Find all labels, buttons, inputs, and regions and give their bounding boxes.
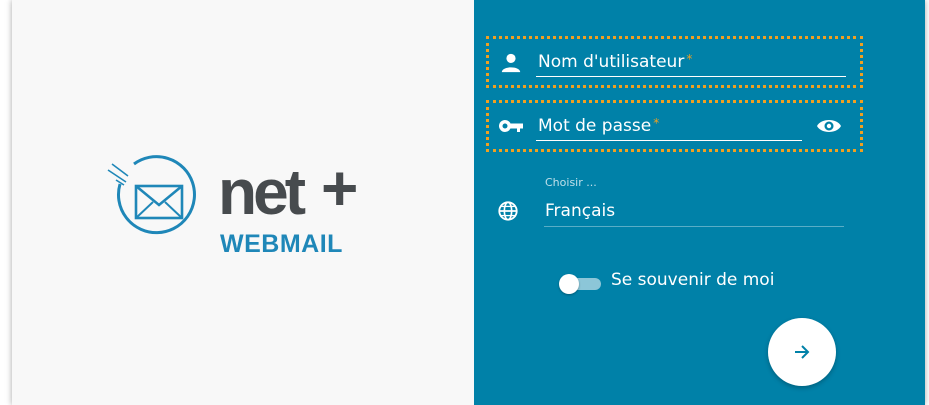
page: net + WEBMAIL Nom d'utilisateur * Mot de …: [0, 0, 929, 405]
toggle-thumb: [559, 274, 579, 294]
required-mark: *: [653, 116, 660, 130]
key-icon: [499, 120, 523, 132]
remember-me-toggle[interactable]: [559, 274, 603, 294]
username-label: Nom d'utilisateur *: [538, 52, 693, 72]
user-icon: [501, 53, 521, 73]
eye-icon[interactable]: [815, 115, 843, 137]
remember-me-label[interactable]: Se souvenir de moi: [611, 270, 774, 290]
language-label: Choisir ...: [545, 176, 597, 189]
brand-subtitle: WEBMAIL: [220, 230, 343, 258]
language-underline: [544, 226, 844, 227]
username-underline: [536, 76, 846, 77]
arrow-right-icon: [795, 345, 810, 359]
brand-plus: +: [321, 152, 359, 224]
globe-icon: [498, 201, 518, 221]
language-select[interactable]: Français: [545, 201, 615, 221]
brand-name: net: [218, 156, 306, 228]
password-label: Mot de passe *: [538, 116, 660, 136]
login-submit-button[interactable]: [768, 318, 836, 386]
netplus-webmail-logo: net + WEBMAIL: [96, 150, 396, 260]
required-mark: *: [686, 52, 693, 66]
envelope-logo-icon: [107, 155, 196, 235]
branding-panel: net + WEBMAIL: [12, 0, 474, 405]
password-underline: [536, 140, 802, 141]
